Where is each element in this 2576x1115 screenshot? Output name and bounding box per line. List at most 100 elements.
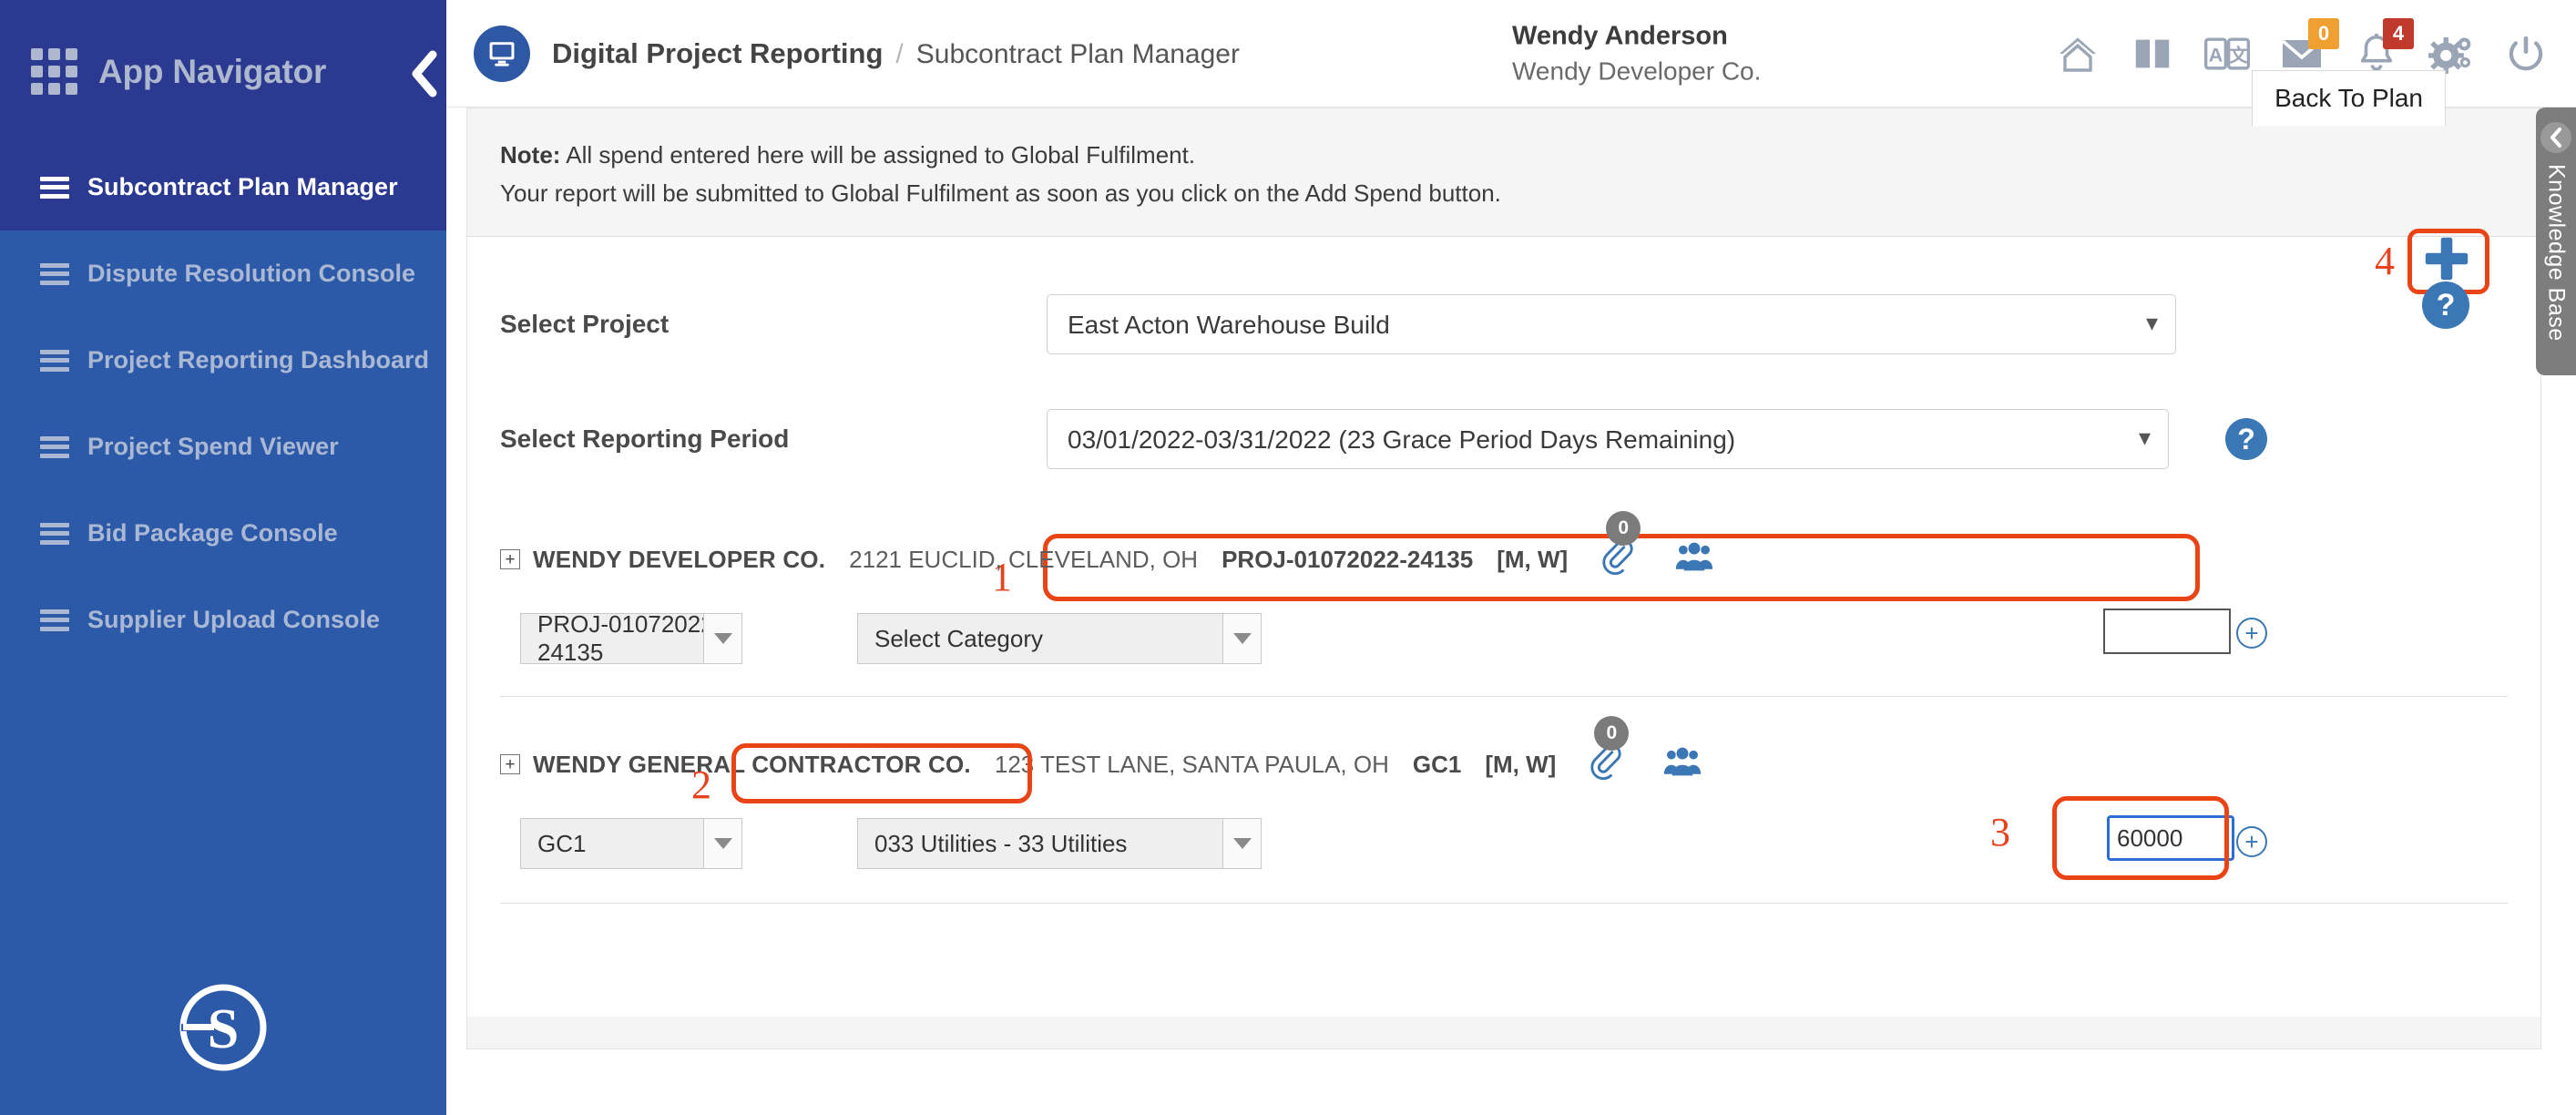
- company-tags: [M, W]: [1497, 545, 1569, 573]
- attachment-button[interactable]: 0: [1600, 510, 1641, 581]
- menu-icon: [40, 176, 69, 199]
- left-sidebar: App Navigator Subcontract Plan Manager D…: [0, 0, 446, 1115]
- add-line-icon-general-contractor[interactable]: +: [2236, 826, 2267, 858]
- reporting-period-select[interactable]: 03/01/2022-03/31/2022 (23 Grace Period D…: [1047, 409, 2169, 470]
- note-line-2: Your report will be submitted to Global …: [500, 179, 1501, 208]
- detail-row-developer: PROJ-01072022-24135 Select Category +: [500, 594, 2508, 683]
- dropdown-arrow-icon: [703, 614, 741, 664]
- company-header-general-contractor: + WENDY GENERAL CONTRACTOR CO. 123 TEST …: [500, 715, 2508, 799]
- project-label: Select Project: [500, 310, 670, 339]
- menu-icon: [40, 435, 69, 458]
- company-name: WENDY GENERAL CONTRACTOR CO.: [533, 750, 971, 778]
- dropdown-arrow-icon: [703, 819, 741, 869]
- add-line-icon-developer[interactable]: +: [2236, 618, 2267, 650]
- book-icon[interactable]: [2130, 31, 2175, 77]
- menu-icon: [40, 349, 69, 372]
- sidebar-item-project-reporting-dashboard[interactable]: Project Reporting Dashboard: [0, 317, 446, 404]
- form-area: Select Project East Acton Warehouse Buil…: [467, 237, 2540, 1018]
- main-area: Digital Project Reporting / Subcontract …: [446, 0, 2576, 1115]
- power-icon[interactable]: [2503, 31, 2549, 77]
- contract-select-developer[interactable]: PROJ-01072022-24135: [520, 610, 742, 666]
- attachment-count-badge: 0: [1606, 510, 1641, 546]
- sidebar-item-label: Subcontract Plan Manager: [87, 173, 398, 200]
- reporting-period-help-icon[interactable]: ?: [2225, 418, 2267, 461]
- app-navigator-header[interactable]: App Navigator: [0, 0, 446, 144]
- user-organization: Wendy Developer Co.: [1512, 56, 1762, 86]
- mail-icon[interactable]: 0: [2279, 17, 2339, 77]
- category-select-general-contractor[interactable]: 033 Utilities - 33 Utilities: [857, 818, 1262, 870]
- mail-badge: 0: [2308, 17, 2339, 49]
- company-address: 2121 EUCLID, CLEVELAND, OH: [849, 545, 1199, 573]
- sidebar-item-label: Project Spend Viewer: [87, 433, 339, 460]
- add-spend-plus-button[interactable]: [2418, 230, 2475, 287]
- note-banner: Note: All spend entered here will be ass…: [467, 108, 2540, 238]
- company-address: 123 TEST LANE, SANTA PAULA, OH: [994, 750, 1389, 778]
- monitor-icon: [474, 25, 530, 82]
- sidebar-item-dispute-resolution-console[interactable]: Dispute Resolution Console: [0, 230, 446, 317]
- menu-icon: [40, 262, 69, 285]
- project-row: Select Project East Acton Warehouse Buil…: [467, 275, 2540, 373]
- chevron-left-glyph-icon: [2550, 128, 2561, 148]
- floating-help-button[interactable]: ?: [2422, 281, 2469, 329]
- sidebar-item-project-spend-viewer[interactable]: Project Spend Viewer: [0, 404, 446, 490]
- sidebar-item-subcontract-plan-manager[interactable]: Subcontract Plan Manager: [0, 144, 446, 230]
- breadcrumb-separator: /: [895, 38, 904, 69]
- svg-text:文: 文: [2230, 44, 2249, 66]
- expand-icon[interactable]: +: [500, 754, 520, 775]
- home-glyph-icon: [2060, 36, 2096, 72]
- project-select[interactable]: East Acton Warehouse Build: [1047, 294, 2176, 355]
- chevron-left-icon: [2540, 122, 2571, 153]
- company-section-developer: + WENDY DEVELOPER CO. 2121 EUCLID, CLEVE…: [467, 510, 2540, 683]
- category-select-value: 033 Utilities - 33 Utilities: [874, 829, 1128, 857]
- home-icon[interactable]: [2055, 31, 2101, 77]
- project-select-wrap: East Acton Warehouse Build ▾: [1047, 294, 2176, 355]
- note-line-1: Note: All spend entered here will be ass…: [500, 136, 2540, 174]
- translate-icon[interactable]: A 文: [2204, 31, 2250, 77]
- chevron-left-icon: [412, 50, 437, 97]
- knowledge-base-tab[interactable]: Knowledge Base: [2536, 107, 2576, 375]
- row-divider: [500, 903, 2508, 905]
- app-navigator-label: App Navigator: [98, 53, 327, 90]
- contract-select-general-contractor[interactable]: GC1: [520, 818, 742, 870]
- bell-badge: 4: [2383, 17, 2414, 49]
- menu-icon: [40, 609, 69, 631]
- expand-icon[interactable]: +: [500, 549, 520, 570]
- gear-icon[interactable]: [2428, 31, 2474, 77]
- amount-input-general-contractor[interactable]: [2107, 815, 2234, 862]
- dropdown-arrow-icon: [1222, 614, 1261, 664]
- note-text-1: All spend entered here will be assigned …: [560, 141, 1196, 169]
- annotation-number-4: 4: [2375, 239, 2395, 283]
- sidebar-item-supplier-upload-console[interactable]: Supplier Upload Console: [0, 577, 446, 663]
- category-select-developer[interactable]: Select Category: [857, 613, 1262, 665]
- breadcrumb-app[interactable]: Digital Project Reporting: [552, 37, 883, 70]
- back-to-plan-button[interactable]: Back To Plan: [2252, 70, 2446, 126]
- svg-text:A: A: [2209, 43, 2223, 66]
- annotation-number-2: 2: [691, 762, 711, 808]
- reporting-period-row: Select Reporting Period 03/01/2022-03/31…: [467, 390, 2540, 488]
- book-glyph-icon: [2135, 37, 2170, 69]
- breadcrumb: Digital Project Reporting / Subcontract …: [552, 37, 1240, 70]
- bell-icon[interactable]: 4: [2354, 17, 2414, 77]
- sidebar-item-label: Supplier Upload Console: [87, 606, 381, 633]
- contract-select-value: GC1: [537, 829, 587, 857]
- dropdown-arrow-icon: [1222, 819, 1261, 869]
- attachment-count-badge: 0: [1594, 715, 1630, 751]
- people-icon[interactable]: [1675, 541, 1713, 578]
- breadcrumb-page: Subcontract Plan Manager: [915, 38, 1240, 69]
- header-icon-bar: A 文 0 4: [2055, 17, 2549, 77]
- content-card: Back To Plan Note: All spend entered her…: [466, 70, 2541, 1049]
- sidebar-collapse-button[interactable]: [403, 35, 446, 113]
- people-glyph-icon: [1675, 542, 1713, 571]
- row-divider: [500, 696, 2508, 698]
- sidebar-item-bid-package-console[interactable]: Bid Package Console: [0, 490, 446, 577]
- attachment-button[interactable]: 0: [1589, 715, 1630, 786]
- people-glyph-icon: [1664, 747, 1702, 776]
- company-name: WENDY DEVELOPER CO.: [533, 545, 826, 573]
- people-icon[interactable]: [1663, 746, 1702, 783]
- company-header-developer: + WENDY DEVELOPER CO. 2121 EUCLID, CLEVE…: [500, 510, 2508, 594]
- company-code: PROJ-01072022-24135: [1222, 545, 1474, 573]
- sidebar-item-label: Bid Package Console: [87, 519, 338, 547]
- grid-icon: [31, 48, 78, 96]
- reporting-period-select-wrap: 03/01/2022-03/31/2022 (23 Grace Period D…: [1047, 409, 2169, 470]
- amount-input-developer[interactable]: [2103, 609, 2231, 655]
